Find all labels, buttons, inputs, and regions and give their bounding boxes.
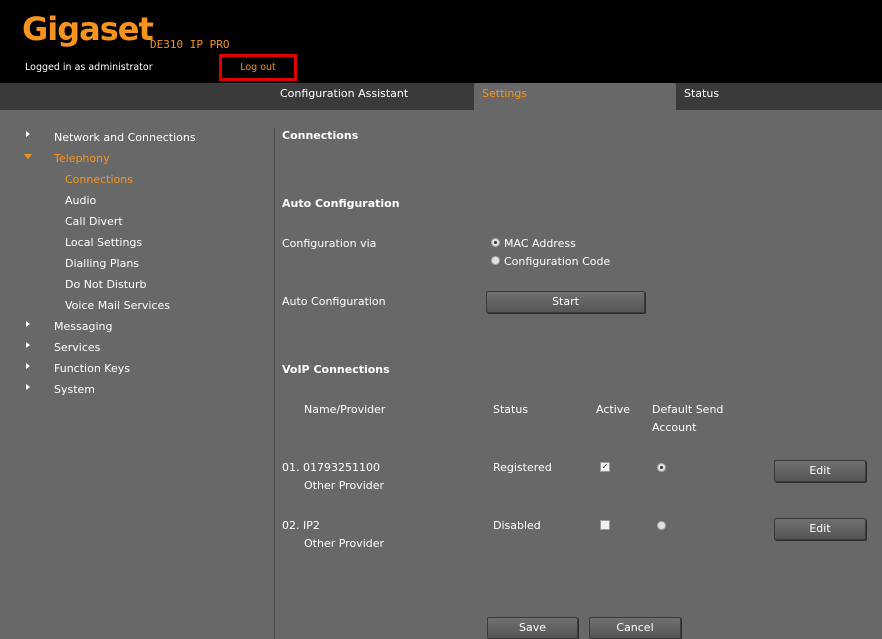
sidebar-item-system[interactable]: System <box>54 383 95 396</box>
chevron-right-icon[interactable] <box>26 321 30 327</box>
sidebar-item-dialling-plans[interactable]: Dialling Plans <box>65 257 139 270</box>
configuration-code-radio[interactable] <box>491 256 500 265</box>
voip-connections-heading: VoIP Connections <box>282 363 390 376</box>
main-content: Connections Auto Configuration Configura… <box>282 110 882 639</box>
col-active: Active <box>596 403 631 416</box>
mac-address-radio[interactable] <box>491 238 500 247</box>
chevron-right-icon[interactable] <box>26 131 30 137</box>
sidebar-item-services[interactable]: Services <box>54 341 100 354</box>
active-checkbox[interactable] <box>600 520 610 530</box>
connection-number: 01. 01793251100 <box>282 461 380 474</box>
model-name: DE310 IP PRO <box>150 38 230 51</box>
auto-config-heading: Auto Configuration <box>282 197 400 210</box>
sidebar-item-voice-mail-services[interactable]: Voice Mail Services <box>65 299 170 312</box>
main-tab-bar: Configuration Assistant Settings Status <box>0 83 882 110</box>
active-checkbox[interactable]: ✓ <box>600 462 610 472</box>
edit-button[interactable]: Edit <box>774 460 866 482</box>
auto-configuration-label: Auto Configuration <box>282 295 386 308</box>
sidebar-divider <box>274 128 275 639</box>
sidebar-item-connections[interactable]: Connections <box>65 173 133 186</box>
col-default-send-account-2: Account <box>652 421 697 434</box>
tab-configuration-assistant[interactable]: Configuration Assistant <box>280 83 470 110</box>
save-button[interactable]: Save <box>487 617 578 639</box>
col-name-provider: Name/Provider <box>304 403 386 416</box>
chevron-right-icon[interactable] <box>26 363 30 369</box>
default-send-radio[interactable] <box>657 463 666 472</box>
gigaset-logo: Gigaset <box>22 10 154 48</box>
sidebar-item-function-keys[interactable]: Function Keys <box>54 362 130 375</box>
connection-status: Disabled <box>493 519 541 532</box>
connection-provider: Other Provider <box>304 537 385 550</box>
tab-settings[interactable]: Settings <box>474 83 676 110</box>
sidebar-item-telephony[interactable]: Telephony <box>54 152 110 165</box>
header-bar: Gigaset DE310 IP PRO Logged in as admini… <box>0 0 882 83</box>
sidebar-item-network-and-connections[interactable]: Network and Connections <box>54 131 196 144</box>
default-send-radio[interactable] <box>657 521 666 530</box>
start-button[interactable]: Start <box>486 291 645 313</box>
col-default-send-account-1: Default Send <box>652 403 724 416</box>
chevron-right-icon[interactable] <box>26 384 30 390</box>
page-title: Connections <box>282 129 359 142</box>
sidebar-item-call-divert[interactable]: Call Divert <box>65 215 123 228</box>
mac-address-label: MAC Address <box>504 237 576 250</box>
connection-status: Registered <box>493 461 552 474</box>
sidebar-nav: Network and Connections Telephony Connec… <box>0 110 274 639</box>
chevron-down-icon[interactable] <box>24 154 32 159</box>
configuration-via-label: Configuration via <box>282 237 377 250</box>
sidebar-item-local-settings[interactable]: Local Settings <box>65 236 142 249</box>
sidebar-item-audio[interactable]: Audio <box>65 194 96 207</box>
sidebar-item-do-not-disturb[interactable]: Do Not Disturb <box>65 278 147 291</box>
tab-status[interactable]: Status <box>684 83 804 110</box>
connection-provider: Other Provider <box>304 479 385 492</box>
configuration-code-label: Configuration Code <box>504 255 611 268</box>
edit-button[interactable]: Edit <box>774 518 866 540</box>
connection-number: 02. IP2 <box>282 519 320 532</box>
col-status: Status <box>493 403 529 416</box>
logout-button[interactable]: Log out <box>219 54 297 81</box>
logged-in-text: Logged in as administrator <box>25 62 153 73</box>
cancel-button[interactable]: Cancel <box>589 617 681 639</box>
chevron-right-icon[interactable] <box>26 342 30 348</box>
sidebar-item-messaging[interactable]: Messaging <box>54 320 112 333</box>
